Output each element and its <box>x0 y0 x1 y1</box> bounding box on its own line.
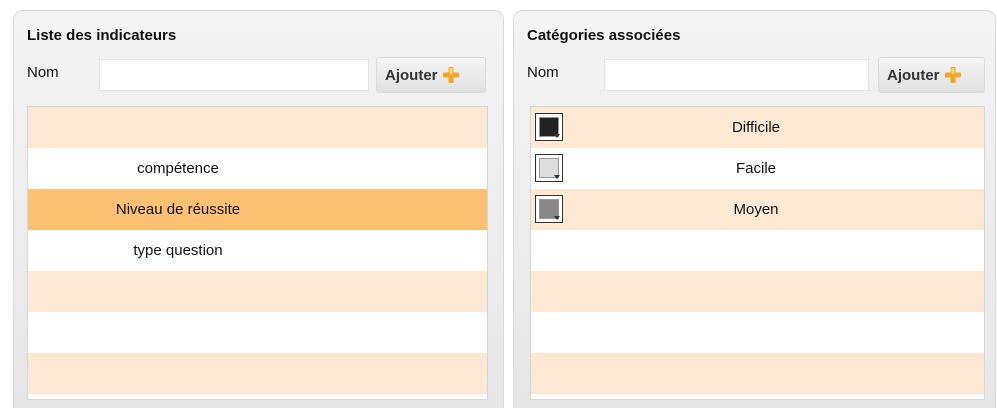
dropdown-arrow-icon <box>554 134 560 138</box>
indicator-row[interactable]: compétence <box>28 148 487 189</box>
indicator-row-label: compétence <box>137 160 219 177</box>
categories-panel: Catégories associées Nom Ajouter Diffici… <box>513 10 996 408</box>
indicator-row-label: Niveau de réussite <box>115 201 241 218</box>
indicator-row[interactable]: Niveau de réussite <box>28 189 487 230</box>
color-picker-swatch[interactable] <box>535 113 563 141</box>
indicator-row[interactable] <box>28 353 487 394</box>
category-row-label: Facile <box>735 160 776 177</box>
indicators-list: compétence Niveau de réussite type questio… <box>27 106 488 400</box>
indicator-row[interactable] <box>28 271 487 312</box>
category-name-label: Nom <box>527 64 559 81</box>
add-category-button-label: Ajouter <box>887 66 940 84</box>
indicator-row-label: type question <box>133 242 223 259</box>
categories-list: Difficile Facile Moyen <box>530 106 985 400</box>
plus-icon <box>442 66 460 84</box>
category-row[interactable]: Moyen <box>531 189 984 230</box>
color-picker-swatch[interactable] <box>535 154 563 182</box>
category-row[interactable] <box>531 353 984 394</box>
category-row[interactable] <box>531 312 984 353</box>
indicator-row[interactable]: type question <box>28 230 487 271</box>
category-row[interactable]: Facile <box>531 148 984 189</box>
category-row[interactable] <box>531 230 984 271</box>
add-category-button[interactable]: Ajouter <box>878 57 985 93</box>
dropdown-arrow-icon <box>554 175 560 179</box>
indicators-panel-title: Liste des indicateurs <box>27 27 177 44</box>
indicator-name-input[interactable] <box>99 59 369 91</box>
indicator-row[interactable] <box>28 107 487 148</box>
category-row[interactable]: Difficile <box>531 107 984 148</box>
plus-icon <box>944 66 962 84</box>
indicator-row[interactable] <box>28 312 487 353</box>
category-row-label: Difficile <box>731 119 781 136</box>
indicator-name-label: Nom <box>27 64 59 81</box>
indicators-panel: Liste des indicateurs Nom Ajouter compét… <box>13 10 504 408</box>
categories-panel-title: Catégories associées <box>527 27 681 44</box>
category-row[interactable] <box>531 271 984 312</box>
dropdown-arrow-icon <box>554 216 560 220</box>
add-indicator-button-label: Ajouter <box>385 66 438 84</box>
category-row-label: Moyen <box>733 201 779 218</box>
category-name-input[interactable] <box>604 59 869 91</box>
color-picker-swatch[interactable] <box>535 195 563 223</box>
add-indicator-button[interactable]: Ajouter <box>376 57 486 93</box>
